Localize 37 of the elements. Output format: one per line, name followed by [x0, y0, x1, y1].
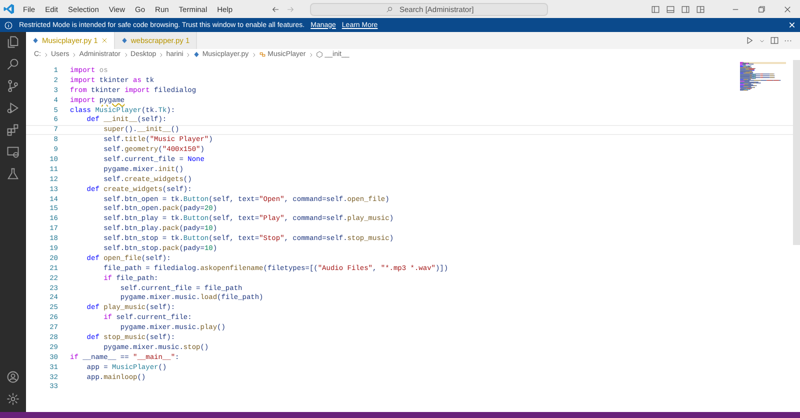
chevron-right-icon [122, 52, 129, 58]
python-file-icon [120, 37, 128, 44]
vscode-logo-icon[interactable] [3, 3, 15, 15]
extensions-icon[interactable] [6, 123, 20, 137]
chevron-right-icon [308, 52, 314, 58]
account-icon[interactable] [6, 370, 20, 384]
secondary-sidebar-toggle-icon[interactable] [681, 4, 690, 14]
chevron-right-icon [71, 52, 78, 58]
settings-icon[interactable] [6, 392, 20, 406]
python-file-icon [32, 37, 39, 44]
restore-icon[interactable] [756, 4, 766, 14]
layout-icon[interactable] [696, 4, 705, 14]
chevron-right-icon [158, 52, 164, 58]
class-symbol-icon [258, 51, 266, 58]
chevron-right-icon [250, 52, 257, 58]
search-icon[interactable] [6, 57, 20, 71]
info-icon [4, 20, 13, 30]
run-icon[interactable] [745, 36, 754, 45]
split-editor-icon[interactable] [770, 36, 779, 45]
chevron-right-icon [185, 52, 192, 58]
run-debug-icon[interactable] [6, 101, 20, 115]
python-file-icon [193, 51, 200, 58]
primary-sidebar-toggle-icon[interactable] [651, 4, 660, 14]
explorer-icon[interactable] [6, 35, 20, 49]
flask-icon[interactable] [6, 167, 20, 181]
remote-explorer-icon[interactable] [6, 145, 20, 159]
source-control-icon[interactable] [6, 79, 20, 93]
more-actions-button[interactable]: ··· [784, 36, 792, 45]
scrollbar[interactable] [793, 60, 800, 245]
chevron-right-icon [43, 52, 49, 58]
back-arrow-icon[interactable] [270, 4, 280, 14]
search-icon [386, 6, 394, 12]
dropdown-caret-icon[interactable] [759, 38, 765, 44]
minimap-drawing[interactable] [740, 62, 786, 92]
panel-toggle-icon[interactable] [666, 4, 675, 14]
close-icon[interactable] [782, 4, 792, 14]
method-symbol-icon [316, 51, 323, 58]
